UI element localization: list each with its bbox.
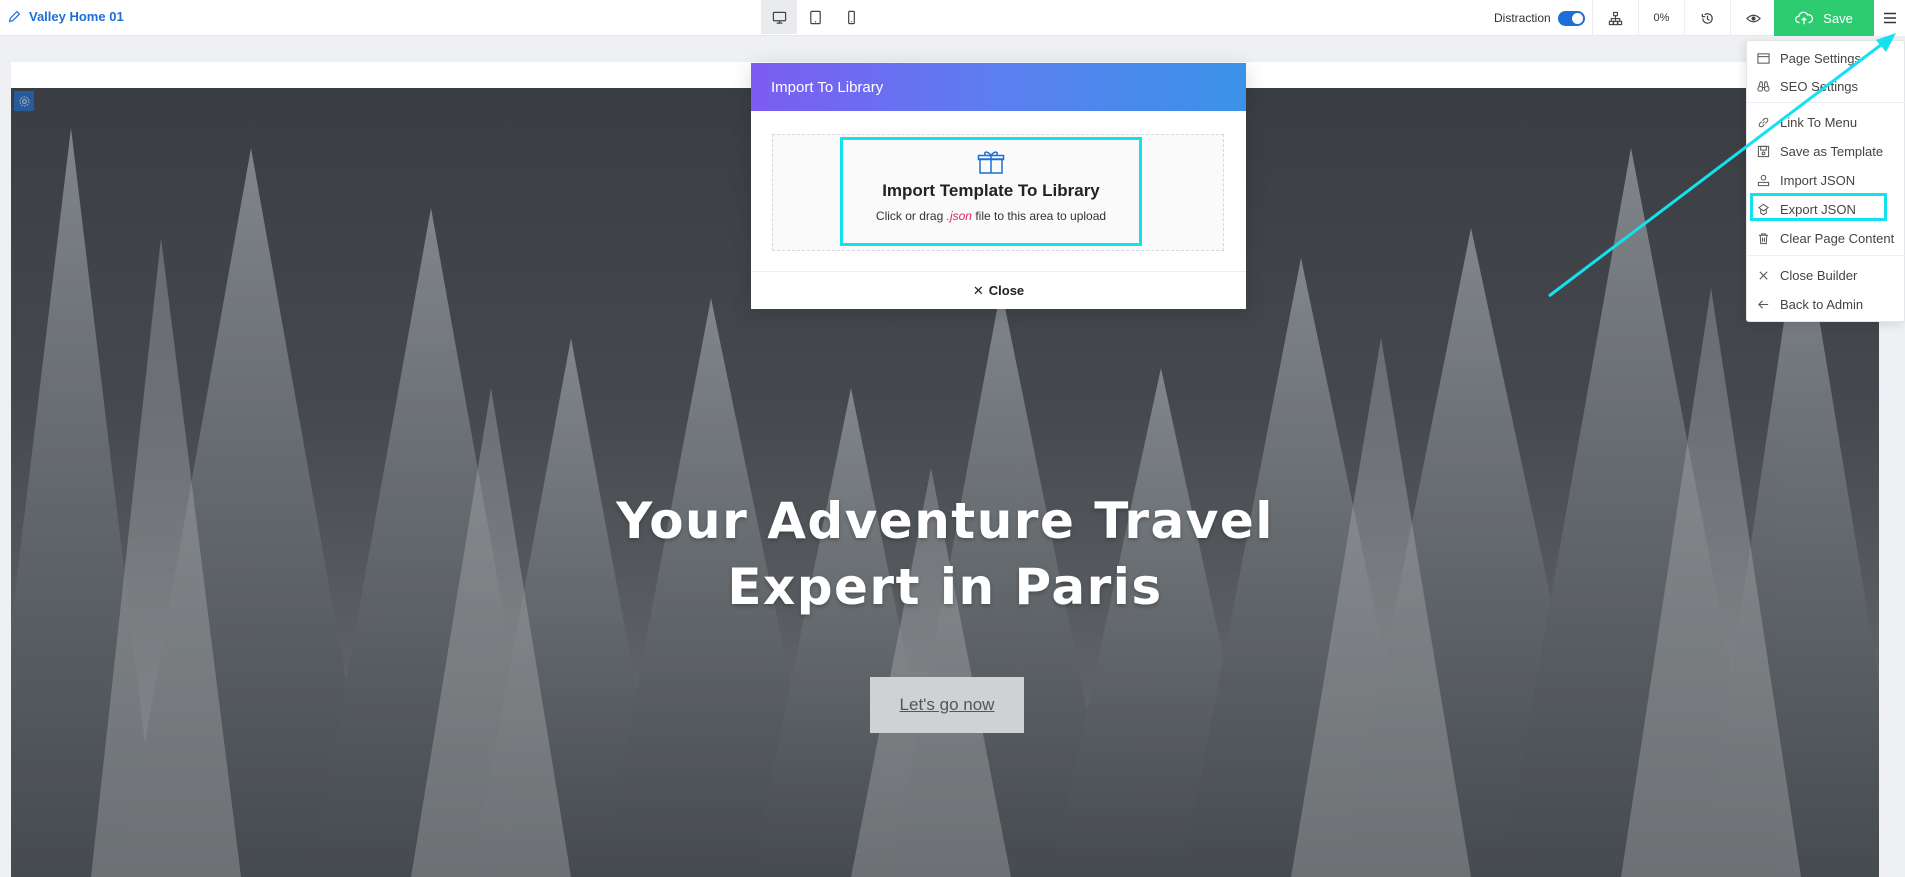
upload-dropzone[interactable]: Import Template To Library Click or drag… [772, 134, 1224, 251]
distraction-label: Distraction [1494, 11, 1551, 25]
menu-item-import-json[interactable]: Import JSON [1747, 168, 1905, 192]
sitemap-icon [1608, 11, 1623, 25]
menu-divider [1747, 102, 1905, 103]
desktop-icon [772, 11, 786, 24]
progress-label: 0% [1653, 12, 1670, 24]
binoculars-icon [1757, 80, 1770, 92]
mobile-icon [847, 10, 855, 24]
page-settings-icon [1757, 52, 1770, 64]
arrow-left-icon [1758, 299, 1769, 309]
hero-title-line-1: Your Adventure Travel [616, 492, 1274, 550]
history-icon [1701, 12, 1713, 24]
preview-button[interactable] [1730, 0, 1776, 36]
dropzone-hint-after: file to this area to upload [975, 209, 1107, 223]
tablet-view-button[interactable] [797, 0, 833, 34]
close-x-icon: ✕ [972, 282, 984, 298]
main-menu-button[interactable] [1874, 0, 1905, 36]
menu-item-label: Page Settings [1780, 50, 1861, 66]
history-button[interactable] [1684, 0, 1730, 36]
menu-item-close-builder[interactable]: Close Builder [1747, 263, 1905, 287]
menu-item-seo-settings[interactable]: SEO Settings [1747, 74, 1905, 98]
menu-item-page-settings[interactable]: Page Settings [1747, 46, 1905, 70]
hamburger-icon [1883, 12, 1896, 24]
hero-title: Your Adventure Travel Expert in Paris [545, 488, 1345, 620]
menu-item-label: Close Builder [1780, 267, 1858, 283]
import-icon [1757, 174, 1770, 186]
export-json-highlight [1750, 193, 1887, 221]
menu-item-clear-page-content[interactable]: Clear Page Content [1747, 226, 1905, 250]
mobile-view-button[interactable] [833, 0, 869, 34]
navigator-button[interactable] [1592, 0, 1638, 36]
pencil-icon [8, 10, 21, 23]
hero-title-line-2: Expert in Paris [727, 558, 1163, 616]
main-menu-dropdown: Page Settings SEO Settings Link To Menu … [1746, 40, 1905, 322]
menu-item-back-to-admin[interactable]: Back to Admin [1747, 292, 1905, 316]
link-icon [1758, 117, 1769, 127]
tablet-icon [809, 10, 821, 24]
distraction-switch[interactable] [1557, 10, 1585, 26]
gear-icon [19, 96, 29, 106]
page-name[interactable]: Valley Home 01 [8, 9, 124, 24]
save-template-icon [1757, 145, 1770, 157]
builder-toolbar: Valley Home 01 Distraction 0% Save [0, 0, 1905, 36]
device-switcher [761, 0, 869, 36]
save-button[interactable]: Save [1774, 0, 1874, 36]
menu-item-label: Import JSON [1780, 172, 1856, 188]
hero-cta-button[interactable]: Let's go now [870, 677, 1024, 733]
menu-divider [1747, 255, 1905, 256]
eye-icon [1746, 14, 1761, 22]
progress-indicator: 0% [1638, 0, 1684, 36]
close-icon [1759, 270, 1768, 280]
modal-header: Import To Library [751, 63, 1246, 111]
menu-item-save-as-template[interactable]: Save as Template [1747, 139, 1905, 163]
modal-close-button[interactable]: ✕ Close [751, 271, 1246, 309]
section-settings-button[interactable] [14, 91, 34, 111]
desktop-view-button[interactable] [761, 0, 797, 34]
menu-item-link-to-menu[interactable]: Link To Menu [1747, 110, 1905, 134]
dropzone-highlight[interactable]: Import Template To Library Click or drag… [840, 137, 1142, 246]
page-name-label: Valley Home 01 [29, 9, 124, 24]
dropzone-hint-before: Click or drag [875, 209, 944, 223]
menu-item-label: Link To Menu [1780, 114, 1858, 130]
modal-close-label: Close [988, 283, 1025, 298]
gift-box-icon [977, 151, 1005, 174]
modal-title: Import To Library [771, 78, 884, 96]
menu-item-label: Clear Page Content [1780, 230, 1895, 246]
cloud-upload-icon [1795, 11, 1814, 25]
distraction-toggle[interactable]: Distraction [1494, 0, 1585, 36]
dropzone-title: Import Template To Library [882, 181, 1100, 200]
menu-item-label: SEO Settings [1780, 78, 1859, 94]
menu-item-label: Save as Template [1780, 143, 1884, 159]
menu-item-label: Back to Admin [1780, 296, 1864, 312]
dropzone-hint: Click or drag .json file to this area to… [876, 209, 1106, 223]
save-label: Save [1823, 10, 1853, 26]
trash-icon [1758, 232, 1769, 244]
import-library-modal: Import To Library Import Template To Lib… [751, 63, 1246, 309]
dropzone-hint-ext: .json [946, 209, 972, 223]
